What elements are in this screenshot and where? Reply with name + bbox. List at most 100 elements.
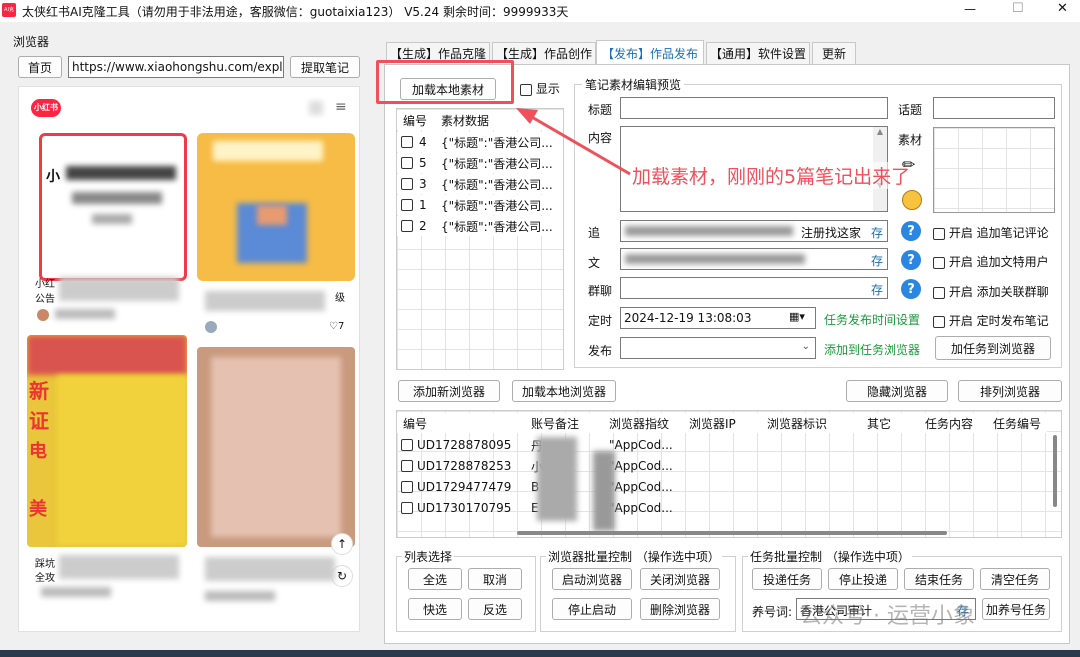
table-header: 编号 账号备注 浏览器指纹 浏览器IP 浏览器标识 其它 任务内容 任务编号 xyxy=(397,413,1047,433)
like-count[interactable]: ♡7 xyxy=(329,321,344,332)
card3-char-1: 新 xyxy=(29,379,49,403)
cell-id: UD1728878253 xyxy=(417,459,512,473)
blurred-area xyxy=(59,555,179,579)
url-input[interactable]: https://www.xiaohongshu.com/explor xyxy=(68,56,284,78)
opt-label: 定时发布笔记 xyxy=(976,314,1049,328)
follow-label: 追 xyxy=(588,226,601,240)
topic-input[interactable] xyxy=(933,97,1055,119)
embedded-browser-view[interactable]: 小红书 ≡ 小 小红 公告 级 ♡7 新 证 电 美 ↑ ↻ 踩坑 全攻 xyxy=(18,86,360,632)
tab-update[interactable]: 更新 xyxy=(812,42,856,64)
store-button[interactable]: 存 xyxy=(871,281,883,298)
menu-icon[interactable]: ≡ xyxy=(335,99,347,115)
stop-deliver-button[interactable]: 停止投递 xyxy=(828,568,898,590)
opt-on: 开启 xyxy=(948,226,973,240)
datetime-picker[interactable]: 2024-12-19 13:08:03 ▦▾ xyxy=(620,307,816,329)
option-append-user[interactable]: 开启 追加文特用户 xyxy=(933,253,1049,270)
opt-on: 开启 xyxy=(948,255,973,269)
quick-select-button[interactable]: 快选 xyxy=(408,598,462,620)
blurred-area xyxy=(213,141,323,161)
add-to-browser-link[interactable]: 添加到任务浏览器 xyxy=(824,341,920,358)
row-id: 4 xyxy=(419,135,427,149)
blurred-area xyxy=(257,205,287,225)
add-task-to-browser-button[interactable]: 加任务到浏览器 xyxy=(935,336,1051,360)
hide-browser-button[interactable]: 隐藏浏览器 xyxy=(846,380,948,402)
list-select-label: 列表选择 xyxy=(402,548,455,565)
close-window-button[interactable]: ✕ xyxy=(1057,1,1068,16)
col-header: 账号备注 xyxy=(531,416,580,431)
batch-browser-label: 浏览器批量控制 （操作选中项） xyxy=(546,548,722,565)
chevron-down-icon: ⌄ xyxy=(801,341,810,352)
table-row[interactable]: UD1728878095丹"AppCod... xyxy=(397,435,1047,455)
text-input[interactable]: 存 xyxy=(620,248,888,270)
help-icon[interactable]: ? xyxy=(901,250,921,270)
note-card-1[interactable]: 小 xyxy=(39,133,187,281)
tab-publish[interactable]: 【发布】作品发布 xyxy=(596,40,704,65)
task-time-link[interactable]: 任务发布时间设置 xyxy=(824,311,920,328)
annotation-arrow xyxy=(516,108,631,176)
delete-browser-button[interactable]: 删除浏览器 xyxy=(640,598,720,620)
invert-select-button[interactable]: 反选 xyxy=(468,598,522,620)
blurred-area xyxy=(625,226,793,236)
batch-task-label: 任务批量控制 （操作选中项） xyxy=(748,548,912,565)
start-browser-button[interactable]: 启动浏览器 xyxy=(552,568,632,590)
row-data: {"标题":"香港公司... xyxy=(441,219,553,234)
add-browser-button[interactable]: 添加新浏览器 xyxy=(398,380,500,402)
title-bar: AI克隆 太侠红书AI克隆工具（请勿用于非法用途，客服微信：guotaixia1… xyxy=(0,0,1080,22)
option-timed-publish[interactable]: 开启 定时发布笔记 xyxy=(933,312,1049,329)
help-icon[interactable]: ? xyxy=(901,221,921,241)
col-header: 浏览器IP xyxy=(689,416,736,431)
add-nurture-task-button[interactable]: 加养号任务 xyxy=(982,598,1050,620)
option-group-chat[interactable]: 开启 添加关联群聊 xyxy=(933,283,1049,300)
minimize-button[interactable]: — xyxy=(964,2,976,16)
follow-store[interactable]: 存 xyxy=(871,224,883,241)
deliver-task-button[interactable]: 投递任务 xyxy=(752,568,822,590)
blurred-area xyxy=(625,254,805,264)
blurred-area xyxy=(205,557,335,581)
select-all-button[interactable]: 全选 xyxy=(408,568,462,590)
title-input[interactable] xyxy=(620,97,888,119)
note-card-4[interactable] xyxy=(197,347,355,547)
opt-on: 开启 xyxy=(948,285,973,299)
pencil-icon: ✏ xyxy=(902,155,916,174)
clear-task-button[interactable]: 清空任务 xyxy=(980,568,1050,590)
close-browser-button[interactable]: 关闭浏览器 xyxy=(640,568,720,590)
publish-select[interactable]: ⌄ xyxy=(620,337,816,359)
arrange-browser-button[interactable]: 排列浏览器 xyxy=(958,380,1062,402)
card1-text: 小 xyxy=(46,169,60,185)
cancel-select-button[interactable]: 取消 xyxy=(468,568,522,590)
table-row[interactable]: UD1729477479 B "AppCod... xyxy=(397,477,1047,497)
text-label: 文 xyxy=(588,256,601,270)
list-item[interactable]: 1 {"标题":"香港公司... xyxy=(397,195,563,215)
calendar-icon[interactable]: ▦▾ xyxy=(789,310,805,323)
table-row[interactable]: UD1728878253小"AppCod... xyxy=(397,456,1047,476)
option-follow-comment[interactable]: 开启 追加笔记评论 xyxy=(933,224,1049,241)
vertical-scrollbar[interactable] xyxy=(1053,435,1057,507)
load-local-browser-button[interactable]: 加载本地浏览器 xyxy=(512,380,616,402)
follow-input[interactable]: 注册找这家 存 xyxy=(620,220,888,242)
tab-settings[interactable]: 【通用】软件设置 xyxy=(706,42,810,64)
table-row[interactable]: UD1730170795 E "AppCod... xyxy=(397,498,1047,518)
store-button[interactable]: 存 xyxy=(871,252,883,269)
material-label: 素材 xyxy=(898,133,923,147)
stop-start-button[interactable]: 停止启动 xyxy=(552,598,632,620)
group-chat-input[interactable]: 存 xyxy=(620,277,888,299)
browser-table[interactable]: 编号 账号备注 浏览器指纹 浏览器IP 浏览器标识 其它 任务内容 任务编号 U… xyxy=(396,410,1062,538)
material-preview[interactable] xyxy=(933,127,1055,213)
datetime-value: 2024-12-19 13:08:03 xyxy=(624,311,752,325)
blurred-area xyxy=(55,309,115,319)
note-card-3[interactable]: 新 证 电 美 xyxy=(27,335,187,547)
fetch-notes-button[interactable]: 提取笔记 xyxy=(290,56,360,78)
card3-char-4: 美 xyxy=(29,499,47,520)
horizontal-scrollbar[interactable] xyxy=(517,531,947,535)
home-button[interactable]: 首页 xyxy=(18,56,62,78)
note-card-2[interactable] xyxy=(197,133,355,281)
list-item[interactable]: 2 {"标题":"香港公司... xyxy=(397,216,563,236)
nurture-label: 养号词: xyxy=(752,605,793,619)
end-task-button[interactable]: 结束任务 xyxy=(904,568,974,590)
help-icon[interactable]: ? xyxy=(901,279,921,299)
row-id: 1 xyxy=(419,198,427,212)
col-id: 编号 xyxy=(403,113,428,128)
maximize-button[interactable]: ☐ xyxy=(1012,1,1024,16)
scroll-top-icon[interactable]: ↑ xyxy=(331,533,353,555)
blurred-area xyxy=(41,587,111,597)
